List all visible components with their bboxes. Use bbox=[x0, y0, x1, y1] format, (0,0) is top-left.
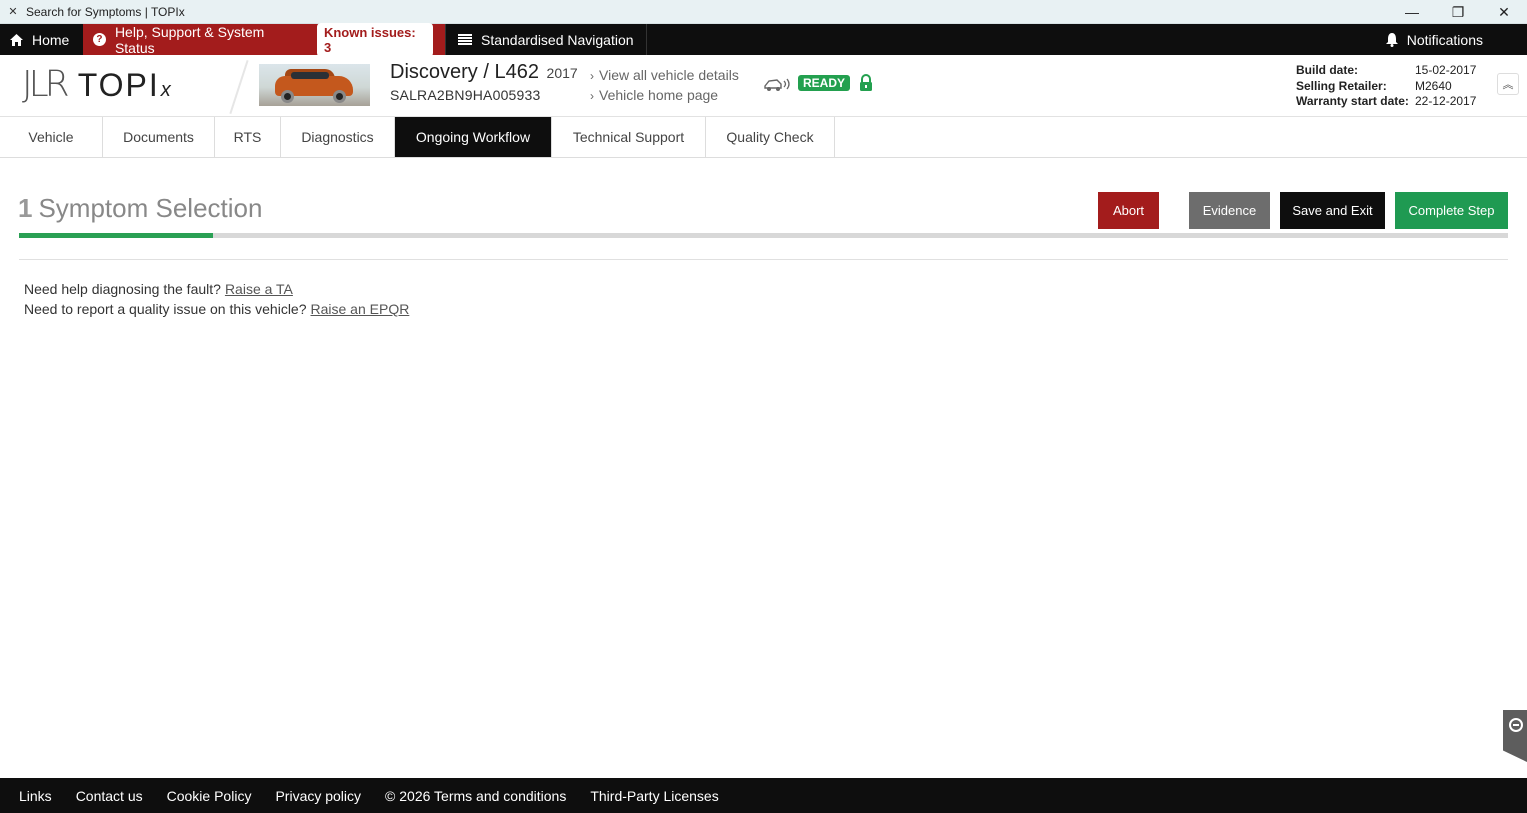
collapse-header-button[interactable]: ︽ bbox=[1497, 73, 1519, 95]
home-button[interactable]: Home bbox=[0, 24, 83, 55]
home-label: Home bbox=[32, 31, 70, 48]
step-name: Symptom Selection bbox=[38, 193, 263, 223]
raise-ta-text: Need help diagnosing the fault? bbox=[24, 281, 221, 297]
tab-ongoing-workflow[interactable]: Ongoing Workflow bbox=[395, 117, 552, 157]
tab-vehicle[interactable]: Vehicle bbox=[0, 117, 103, 157]
raise-epqr-prompt: Need to report a quality issue on this v… bbox=[24, 301, 409, 317]
top-navigation: Home ? Help, Support & System Status Kno… bbox=[0, 22, 1527, 57]
home-icon bbox=[10, 33, 23, 46]
tab-technical-support[interactable]: Technical Support bbox=[552, 117, 706, 157]
vehicle-image bbox=[259, 64, 370, 106]
vehicle-model: Discovery / L462 2017 bbox=[390, 61, 578, 84]
header-divider bbox=[229, 60, 249, 114]
warranty-start-value: 22-12-2017 bbox=[1415, 94, 1477, 108]
vehicle-build-info: Build date: 15-02-2017 Selling Retailer: M… bbox=[1296, 63, 1476, 110]
vehicle-connection-icon bbox=[764, 78, 790, 91]
standardised-navigation-button[interactable]: Standardised Navigation bbox=[445, 24, 647, 55]
build-date-value: 15-02-2017 bbox=[1415, 63, 1477, 77]
chevron-right-icon: › bbox=[590, 89, 594, 103]
bell-icon bbox=[1385, 32, 1398, 47]
window-titlebar: ✕ Search for Symptoms | TOPIx — ❐ ✕ bbox=[0, 0, 1527, 24]
standardised-navigation-label: Standardised Navigation bbox=[481, 31, 634, 48]
maximize-button[interactable]: ❐ bbox=[1435, 0, 1481, 24]
raise-ta-link[interactable]: Raise a TA bbox=[225, 281, 293, 297]
question-icon: ? bbox=[93, 33, 106, 46]
selling-retailer-label: Selling Retailer: bbox=[1296, 78, 1387, 93]
window-controls: — ❐ ✕ bbox=[1389, 0, 1527, 24]
content-divider bbox=[19, 259, 1508, 260]
known-issues-badge[interactable]: Known issues: 3 bbox=[316, 22, 433, 57]
vehicle-year: 2017 bbox=[546, 65, 578, 81]
save-and-exit-button[interactable]: Save and Exit bbox=[1280, 192, 1385, 229]
feedback-icon bbox=[1509, 718, 1523, 732]
close-button[interactable]: ✕ bbox=[1481, 0, 1527, 24]
footer-contact-us[interactable]: Contact us bbox=[64, 788, 155, 804]
jlr-topix-logo: JLR TOPI x bbox=[22, 64, 171, 105]
notifications-button[interactable]: Notifications bbox=[1374, 24, 1495, 55]
main-tabs: Vehicle Documents RTS Diagnostics Ongoin… bbox=[0, 117, 1527, 158]
topix-app-icon: ✕ bbox=[8, 5, 18, 18]
footer-terms-and-conditions[interactable]: © 2026 Terms and conditions bbox=[373, 788, 578, 804]
vehicle-status-badge: READY bbox=[798, 75, 851, 91]
tab-rts[interactable]: RTS bbox=[215, 117, 281, 157]
minimize-button[interactable]: — bbox=[1389, 0, 1435, 24]
footer: Links Contact us Cookie Policy Privacy p… bbox=[0, 778, 1527, 813]
raise-epqr-link[interactable]: Raise an EPQR bbox=[311, 301, 410, 317]
step-number: 1 bbox=[18, 193, 33, 223]
tab-diagnostics[interactable]: Diagnostics bbox=[281, 117, 395, 157]
raise-ta-prompt: Need help diagnosing the fault? Raise a T… bbox=[24, 281, 293, 297]
window-title: Search for Symptoms | TOPIx bbox=[26, 4, 185, 19]
footer-links[interactable]: Links bbox=[7, 788, 64, 804]
jlr-logo-text: JLR bbox=[22, 64, 70, 105]
evidence-button[interactable]: Evidence bbox=[1189, 192, 1270, 229]
workflow-progress-bar bbox=[19, 233, 1508, 238]
workflow-progress-fill bbox=[19, 233, 213, 238]
topix-logo-text: TOPI bbox=[77, 67, 160, 103]
vehicle-header: JLR TOPI x Discovery / L462 2017 SALRA2B… bbox=[0, 55, 1527, 117]
build-date-label: Build date: bbox=[1296, 63, 1358, 77]
footer-third-party-licenses[interactable]: Third-Party Licenses bbox=[578, 788, 730, 804]
selling-retailer-value: M2640 bbox=[1415, 78, 1452, 93]
vehicle-vin: SALRA2BN9HA005933 bbox=[390, 87, 541, 103]
chevron-right-icon: › bbox=[590, 69, 594, 83]
complete-step-button[interactable]: Complete Step bbox=[1395, 192, 1508, 229]
vehicle-home-page-link[interactable]: › Vehicle home page bbox=[590, 87, 718, 103]
topix-logo-x: x bbox=[160, 79, 171, 101]
tab-quality-check[interactable]: Quality Check bbox=[706, 117, 835, 157]
tab-documents[interactable]: Documents bbox=[103, 117, 215, 157]
list-icon bbox=[458, 34, 472, 45]
help-support-label: Help, Support & System Status bbox=[114, 23, 265, 56]
abort-button[interactable]: Abort bbox=[1098, 192, 1159, 229]
footer-privacy-policy[interactable]: Privacy policy bbox=[263, 788, 373, 804]
vehicle-model-name: Discovery / L462 bbox=[390, 61, 539, 83]
help-support-button[interactable]: ? Help, Support & System Status Known is… bbox=[83, 22, 445, 57]
lock-icon bbox=[860, 74, 872, 91]
side-feedback-tab[interactable] bbox=[1503, 710, 1527, 762]
raise-epqr-text: Need to report a quality issue on this v… bbox=[24, 301, 307, 317]
warranty-start-label: Warranty start date: bbox=[1296, 94, 1409, 108]
double-chevron-up-icon: ︽ bbox=[1502, 79, 1514, 91]
footer-cookie-policy[interactable]: Cookie Policy bbox=[155, 788, 264, 804]
step-title: 1 Symptom Selection bbox=[18, 193, 262, 224]
notifications-label: Notifications bbox=[1406, 31, 1483, 48]
view-all-vehicle-details-link[interactable]: › View all vehicle details bbox=[590, 67, 739, 83]
